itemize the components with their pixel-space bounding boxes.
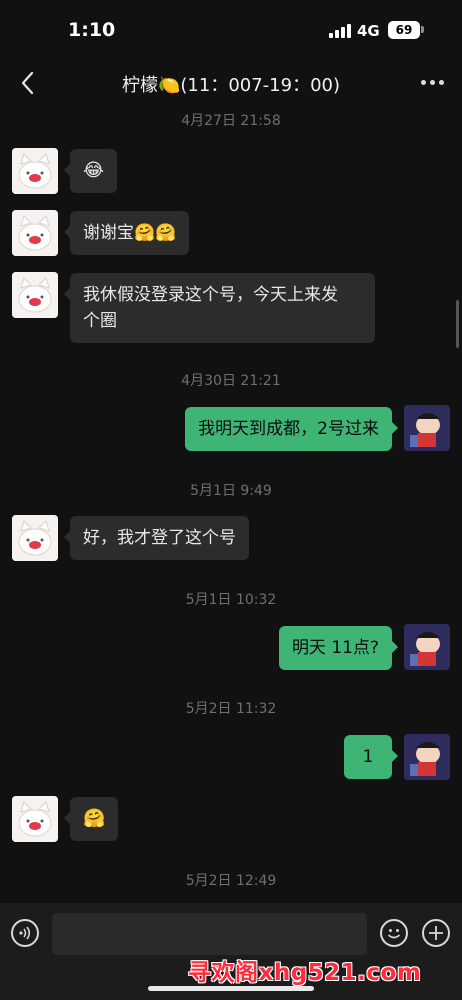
- incoming-message[interactable]: 谢谢宝🤗🤗: [63, 211, 190, 255]
- timestamp: 5月2日 12:49: [185, 873, 277, 889]
- status-bar: 1:10 4G 69: [0, 0, 462, 60]
- contact-avatar[interactable]: [12, 210, 58, 256]
- timestamp: 5月1日 9:49: [190, 483, 272, 499]
- timestamp: 4月30日 21:21: [181, 373, 281, 389]
- chat-header: 柠檬🍋(11：007-19：00): [0, 60, 462, 106]
- message-line: 个圈: [83, 311, 117, 331]
- incoming-message[interactable]: 😂: [63, 149, 118, 193]
- my-avatar[interactable]: [404, 624, 450, 670]
- emoji-icon[interactable]: [380, 919, 408, 947]
- chat-title: 柠檬🍋(11：007-19：00): [121, 75, 341, 96]
- watermark: 寻欢阁xhg521.com: [188, 960, 422, 986]
- contact-avatar[interactable]: [12, 148, 58, 194]
- timestamp: 5月1日 10:32: [185, 592, 277, 608]
- timestamp: 4月27日 21:58: [181, 113, 281, 129]
- contact-avatar[interactable]: [12, 515, 58, 561]
- my-avatar[interactable]: [404, 405, 450, 451]
- voice-icon[interactable]: [11, 919, 39, 947]
- outgoing-message[interactable]: 我明天到成都，2号过来: [185, 407, 398, 451]
- timestamp: 5月2日 11:32: [185, 701, 277, 717]
- contact-avatar[interactable]: [12, 272, 58, 318]
- message-input[interactable]: [52, 913, 367, 955]
- message-line: 我休假没登录这个号，今天上来发: [83, 285, 338, 305]
- outgoing-message[interactable]: 明天 11点?: [278, 626, 399, 670]
- scrollbar[interactable]: [456, 300, 459, 348]
- battery-tip: [421, 26, 424, 33]
- battery-icon: 69: [388, 21, 420, 39]
- outgoing-message[interactable]: 1: [344, 735, 398, 779]
- signal-icon: [329, 24, 351, 38]
- incoming-message[interactable]: 好，我才登了这个号: [64, 516, 249, 560]
- incoming-message[interactable]: 我休假没登录这个号，今天上来发 个圈: [64, 273, 375, 343]
- my-avatar[interactable]: [404, 734, 450, 780]
- status-time: 1:10: [68, 19, 116, 41]
- network-type: 4G: [357, 22, 380, 40]
- plus-icon[interactable]: [422, 919, 450, 947]
- contact-avatar[interactable]: [12, 796, 58, 842]
- more-dots-icon[interactable]: [415, 70, 449, 94]
- home-indicator[interactable]: [148, 986, 314, 991]
- incoming-message[interactable]: 🤗: [63, 797, 119, 841]
